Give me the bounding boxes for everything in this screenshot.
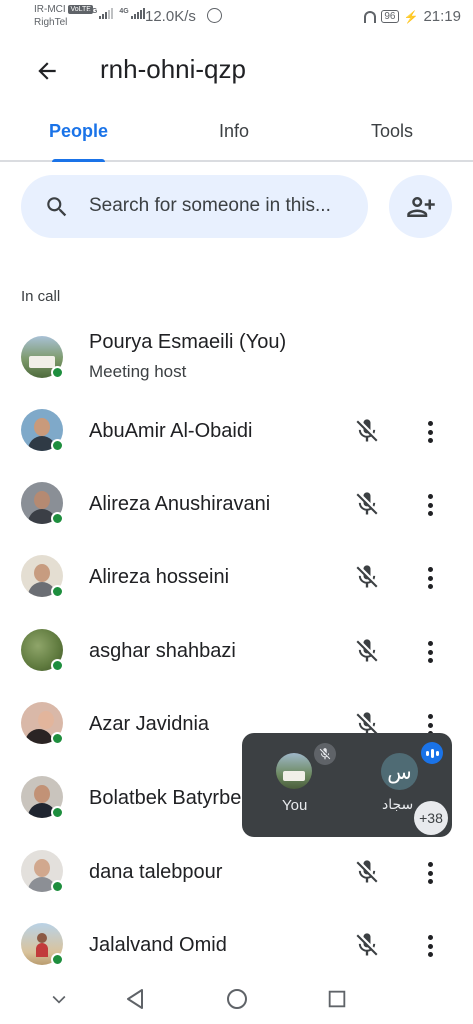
more-options-button[interactable] (420, 491, 440, 519)
network-speed: 12.0K/s (145, 8, 196, 25)
tab-people[interactable]: People (49, 121, 108, 142)
online-indicator-icon (51, 953, 64, 966)
picture-in-picture-panel[interactable]: You س سجاد +38 (242, 733, 452, 837)
participant-name: AbuAmir Al-Obaidi (89, 420, 253, 442)
carrier-info: IR-MCI VoLTE RighTel (34, 3, 93, 29)
more-participants-badge: +38 (414, 801, 448, 835)
participant-row[interactable]: Pourya Esmaeili (You) Meeting host (0, 331, 473, 394)
carrier-1: IR-MCI (34, 4, 66, 15)
nav-back-button[interactable] (122, 986, 148, 1012)
chevron-down-icon (52, 995, 66, 1004)
clock: 21:19 (423, 8, 461, 25)
online-indicator-icon (51, 880, 64, 893)
nav-recents-button[interactable] (324, 986, 350, 1012)
participant-name: Azar Javidnia (89, 713, 210, 735)
charging-icon: ⚡ (403, 9, 419, 24)
online-indicator-icon (51, 512, 64, 525)
participant-row[interactable]: Jalalvand Omid (0, 915, 473, 975)
headphone-icon (364, 10, 377, 23)
battery-icon: 96 (381, 10, 399, 23)
online-indicator-icon (51, 806, 64, 819)
person-add-icon (406, 196, 435, 217)
participant-role: Meeting host (89, 362, 187, 381)
more-options-button[interactable] (420, 638, 440, 666)
section-label-in-call: In call (21, 288, 61, 305)
online-indicator-icon (51, 585, 64, 598)
online-indicator-icon (51, 439, 64, 452)
pip-avatar-other: س (381, 753, 418, 790)
mic-off-icon (356, 419, 378, 442)
search-icon (47, 197, 67, 217)
active-tab-indicator (52, 159, 105, 162)
more-options-button[interactable] (420, 418, 440, 446)
participant-name: asghar shahbazi (89, 640, 236, 662)
participant-row[interactable]: Alireza hosseini (0, 547, 473, 607)
add-people-button[interactable] (389, 175, 452, 238)
online-indicator-icon (51, 732, 64, 745)
mic-off-icon (356, 639, 378, 662)
participant-name: Jalalvand Omid (89, 934, 227, 956)
app-bar: rnh-ohni-qzp (0, 34, 473, 104)
status-bar: IR-MCI VoLTE RighTel 4G 4G 12.0K/s 96 ⚡ … (0, 0, 473, 34)
system-nav-bar (0, 974, 473, 1024)
mic-off-icon (356, 860, 378, 883)
whatsapp-icon (207, 8, 222, 23)
signal-2-icon: 4G (119, 8, 145, 19)
participant-name: Pourya Esmaeili (You) (89, 331, 287, 353)
signal-indicators: 4G 4G (88, 8, 145, 19)
nav-collapse-button[interactable] (46, 986, 72, 1012)
arrow-back-icon (38, 62, 56, 80)
tab-tools[interactable]: Tools (371, 121, 413, 142)
more-options-button[interactable] (420, 859, 440, 887)
signal-1-icon: 4G (88, 8, 114, 19)
participant-row[interactable]: asghar shahbazi (0, 621, 473, 681)
tab-info[interactable]: Info (219, 121, 249, 142)
participant-name: Alireza Anushiravani (89, 493, 271, 515)
participant-name: Alireza hosseini (89, 566, 230, 588)
online-indicator-icon (51, 659, 64, 672)
meeting-title: rnh-ohni-qzp (100, 54, 246, 84)
mic-off-icon (356, 565, 378, 588)
speaking-indicator-icon (421, 742, 443, 764)
square-recents-icon (328, 990, 346, 1008)
pip-label-you: You (282, 797, 308, 814)
carrier-2: RighTel (34, 17, 68, 28)
pip-avatar-you (276, 753, 312, 789)
online-indicator-icon (51, 366, 64, 379)
mic-off-icon (356, 933, 378, 956)
more-options-button[interactable] (420, 932, 440, 960)
more-options-button[interactable] (420, 564, 440, 592)
participant-row[interactable]: Alireza Anushiravani (0, 474, 473, 534)
circle-home-icon (227, 989, 247, 1009)
nav-home-button[interactable] (224, 986, 250, 1012)
search-placeholder: Search for someone in this... (89, 195, 331, 216)
tab-bar: People Info Tools (0, 104, 473, 162)
status-right: 96 ⚡ 21:19 (364, 8, 461, 25)
triangle-back-icon (127, 989, 143, 1009)
back-button[interactable] (30, 54, 64, 88)
participant-row[interactable]: dana talebpour (0, 842, 473, 902)
mic-off-icon (356, 492, 378, 515)
pip-mic-off-icon (314, 743, 336, 765)
search-input[interactable]: Search for someone in this... (21, 175, 368, 238)
participant-row[interactable]: AbuAmir Al-Obaidi (0, 401, 473, 461)
pip-label-other: سجاد (382, 797, 414, 813)
participant-name: dana talebpour (89, 861, 223, 883)
